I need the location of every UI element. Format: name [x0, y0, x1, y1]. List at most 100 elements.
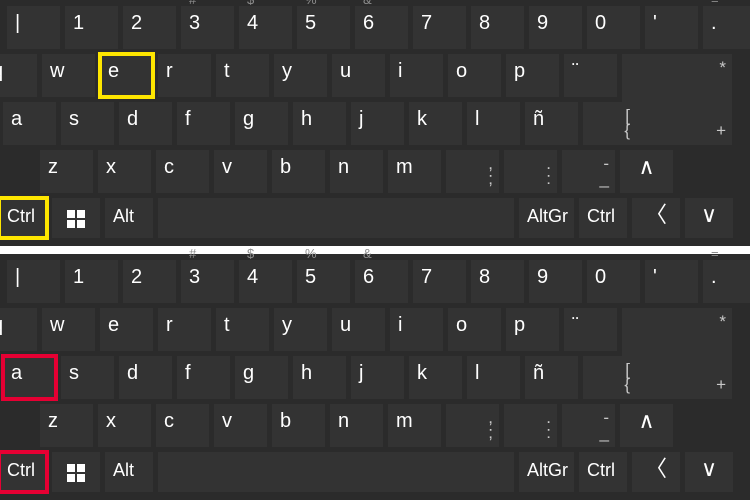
key-q[interactable]: q: [0, 308, 37, 351]
key-period[interactable]: .:: [504, 404, 557, 447]
key-c[interactable]: c: [156, 404, 209, 447]
key-w[interactable]: w: [42, 308, 95, 351]
key-win[interactable]: [52, 452, 100, 492]
key-u[interactable]: u: [332, 54, 385, 97]
key-m[interactable]: m: [388, 404, 441, 447]
key-.[interactable]: .=: [703, 260, 750, 303]
key-9[interactable]: 9: [529, 260, 582, 303]
key-period[interactable]: .:: [504, 150, 557, 193]
key-comma[interactable]: ,;: [446, 150, 499, 193]
key-alt[interactable]: Alt: [105, 198, 153, 238]
key-|[interactable]: |: [7, 6, 60, 49]
key-t[interactable]: t: [216, 54, 269, 97]
key-k[interactable]: k: [409, 102, 462, 145]
key-s[interactable]: s: [61, 102, 114, 145]
key-d[interactable]: d: [119, 102, 172, 145]
key-g[interactable]: g: [235, 102, 288, 145]
key-down[interactable]: ∨: [685, 198, 733, 238]
key-n[interactable]: n: [330, 404, 383, 447]
key-r[interactable]: r: [158, 308, 211, 351]
key-z[interactable]: z: [40, 404, 93, 447]
key-2[interactable]: 2: [123, 260, 176, 303]
key-b[interactable]: b: [272, 404, 325, 447]
key-v[interactable]: v: [214, 404, 267, 447]
key-0[interactable]: 0: [587, 260, 640, 303]
key-7[interactable]: 7: [413, 260, 466, 303]
key-6[interactable]: 6&: [355, 260, 408, 303]
key-j[interactable]: j: [351, 356, 404, 399]
key-space[interactable]: [158, 452, 514, 492]
key-l[interactable]: l: [467, 102, 520, 145]
key-v[interactable]: v: [214, 150, 267, 193]
key-b[interactable]: b: [272, 150, 325, 193]
key-i[interactable]: i: [390, 308, 443, 351]
key-n[interactable]: n: [330, 150, 383, 193]
key-s[interactable]: s: [61, 356, 114, 399]
key-left[interactable]: 〈: [632, 198, 680, 238]
key-c[interactable]: c: [156, 150, 209, 193]
key-5[interactable]: 5%: [297, 6, 350, 49]
key-8[interactable]: 8: [471, 260, 524, 303]
key-ñ[interactable]: ñ: [525, 356, 578, 399]
key-bracket[interactable]: [{: [583, 102, 636, 145]
key-1[interactable]: 1: [65, 260, 118, 303]
key-'[interactable]: ': [645, 6, 698, 49]
key-5[interactable]: 5%: [297, 260, 350, 303]
key-h[interactable]: h: [293, 102, 346, 145]
key-d[interactable]: d: [119, 356, 172, 399]
key-i[interactable]: i: [390, 54, 443, 97]
key-p[interactable]: p: [506, 54, 559, 97]
key-ctrl-right[interactable]: Ctrl: [579, 198, 627, 238]
key-f[interactable]: f: [177, 102, 230, 145]
key-win[interactable]: [52, 198, 100, 238]
key-k[interactable]: k: [409, 356, 462, 399]
key-m[interactable]: m: [388, 150, 441, 193]
key-a[interactable]: a: [3, 102, 56, 145]
key-ctrl-right[interactable]: Ctrl: [579, 452, 627, 492]
key-up[interactable]: ∧: [620, 404, 673, 447]
key-space[interactable]: [158, 198, 514, 238]
key-h[interactable]: h: [293, 356, 346, 399]
key-x[interactable]: x: [98, 150, 151, 193]
key-g[interactable]: g: [235, 356, 288, 399]
key-up[interactable]: ∧: [620, 150, 673, 193]
key-altgr[interactable]: AltGr: [519, 452, 574, 492]
key-l[interactable]: l: [467, 356, 520, 399]
key-comma[interactable]: ,;: [446, 404, 499, 447]
key-8[interactable]: 8: [471, 6, 524, 49]
key-x[interactable]: x: [98, 404, 151, 447]
key-4[interactable]: 4$: [239, 6, 292, 49]
key-down[interactable]: ∨: [685, 452, 733, 492]
key-4[interactable]: 4$: [239, 260, 292, 303]
key-z[interactable]: z: [40, 150, 93, 193]
key-9[interactable]: 9: [529, 6, 582, 49]
key-q[interactable]: q: [0, 54, 37, 97]
key-ctrl-left[interactable]: Ctrl: [0, 452, 47, 492]
key-bracket[interactable]: [{: [583, 356, 636, 399]
key-p[interactable]: p: [506, 308, 559, 351]
key-plus[interactable]: *+: [622, 54, 732, 145]
key-1[interactable]: 1: [65, 6, 118, 49]
key-'[interactable]: ': [645, 260, 698, 303]
key-e[interactable]: e: [100, 308, 153, 351]
key-plus[interactable]: *+: [622, 308, 732, 399]
key-¨[interactable]: ¨: [564, 54, 617, 97]
key-r[interactable]: r: [158, 54, 211, 97]
key-7[interactable]: 7: [413, 6, 466, 49]
key-y[interactable]: y: [274, 54, 327, 97]
key-dash[interactable]: -_: [562, 404, 615, 447]
key-y[interactable]: y: [274, 308, 327, 351]
key-o[interactable]: o: [448, 308, 501, 351]
key-f[interactable]: f: [177, 356, 230, 399]
key-.[interactable]: .=: [703, 6, 750, 49]
key-3[interactable]: 3#: [181, 6, 234, 49]
key-left[interactable]: 〈: [632, 452, 680, 492]
key-|[interactable]: |: [7, 260, 60, 303]
key-6[interactable]: 6&: [355, 6, 408, 49]
key-ctrl-left[interactable]: Ctrl: [0, 198, 47, 238]
key-j[interactable]: j: [351, 102, 404, 145]
key-w[interactable]: w: [42, 54, 95, 97]
key-dash[interactable]: -_: [562, 150, 615, 193]
key-¨[interactable]: ¨: [564, 308, 617, 351]
key-u[interactable]: u: [332, 308, 385, 351]
